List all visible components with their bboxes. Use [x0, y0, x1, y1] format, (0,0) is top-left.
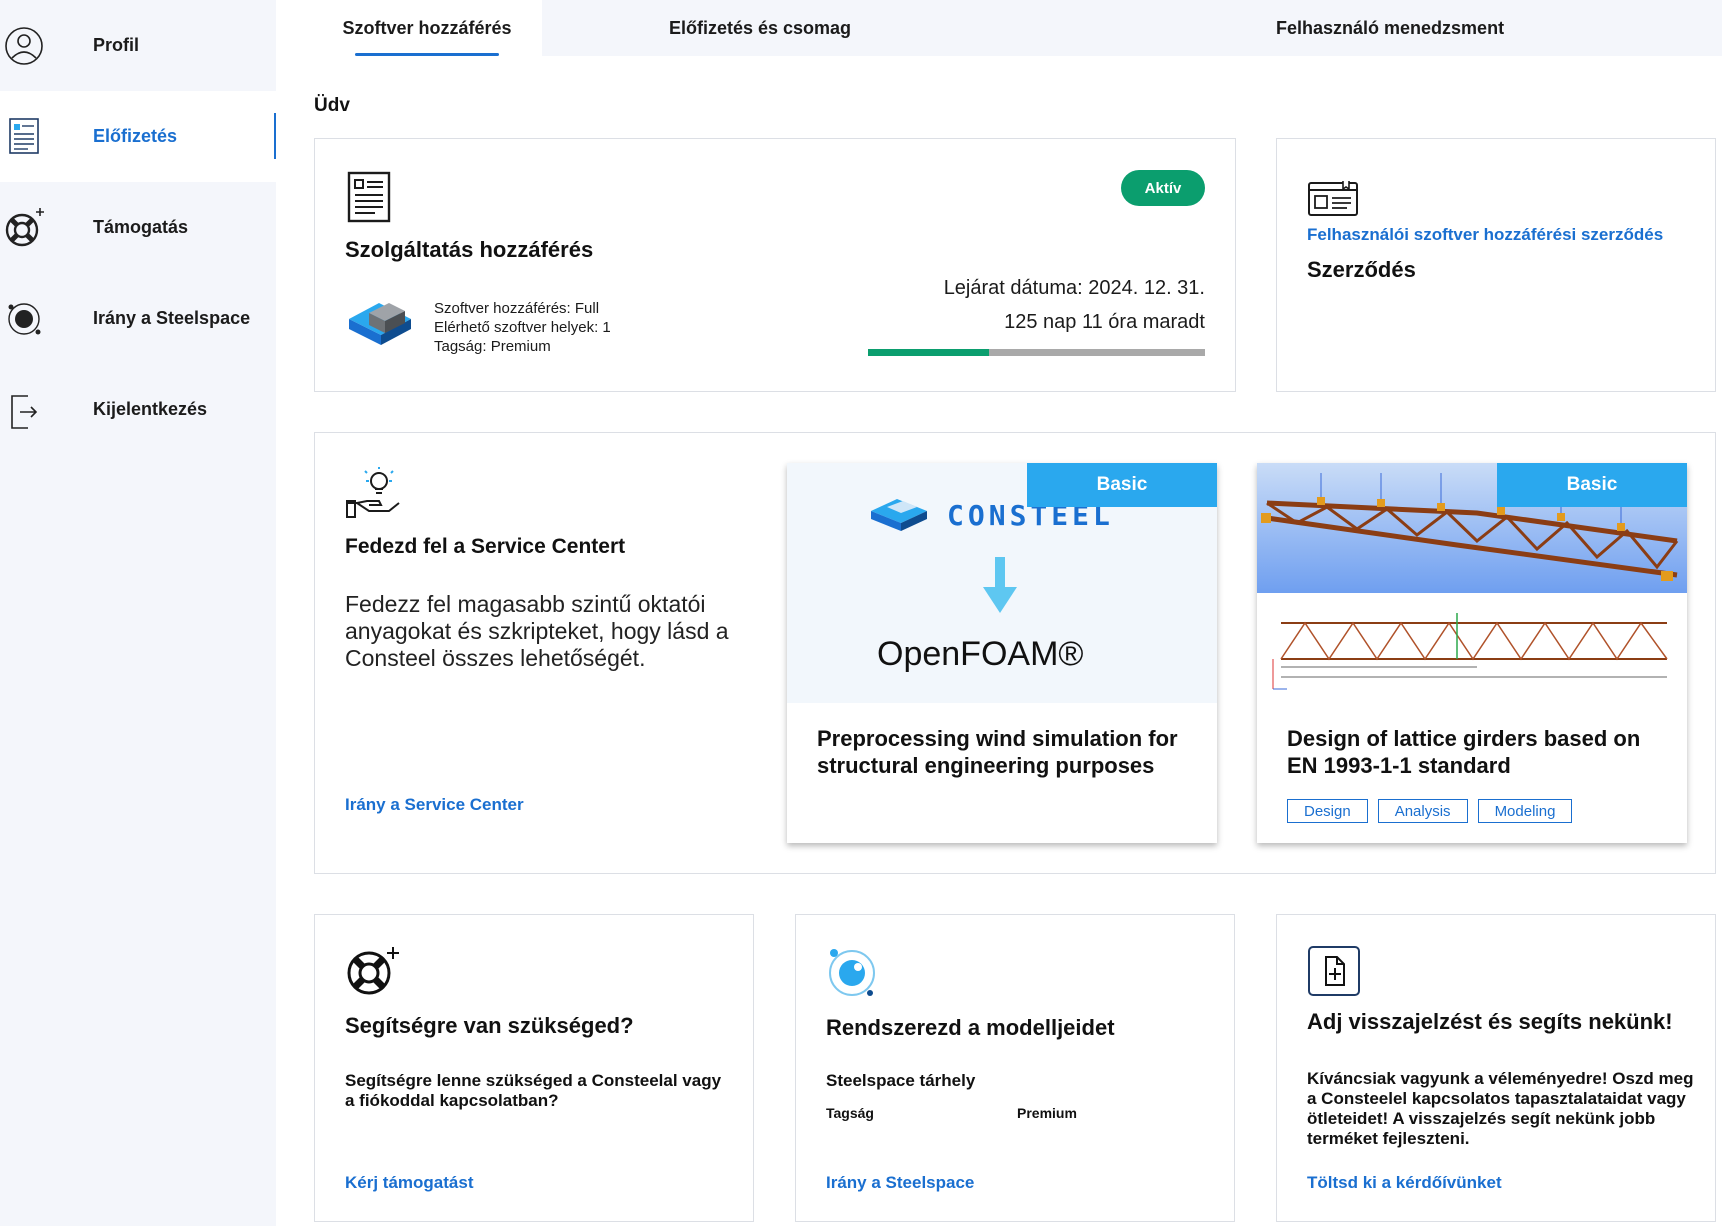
feedback-title: Adj visszajelzést és segíts nekünk! [1307, 1009, 1673, 1034]
sidebar-item-label: Támogatás [93, 217, 189, 237]
tab-elofizetes-es-csomag[interactable]: Előfizetés és csomag [592, 0, 928, 56]
lightbulb-hand-icon [346, 467, 400, 518]
document-list-icon [347, 171, 391, 223]
logout-icon [11, 395, 38, 429]
service-center-title: Fedezd fel a Service Centert [345, 535, 626, 558]
contract-card-icon [1308, 181, 1358, 216]
contract-link[interactable]: Felhasználói szoftver hozzáférési szerző… [1307, 225, 1663, 245]
service-access-card: Szolgáltatás hozzáférés Aktív Szoftver h… [314, 138, 1236, 392]
feedback-description: Kíváncsiak vagyunk a véleményedre! Oszd … [1307, 1069, 1694, 1148]
models-card: Rendszerezd a modelljeidet Steelspace tá… [795, 914, 1235, 1222]
membership-label: Tagság [826, 1105, 874, 1121]
access-details: Szoftver hozzáférés: Full Elérhető szoft… [434, 299, 611, 356]
steelspace-orbit-icon [8, 303, 41, 335]
service-center-description: Fedezz fel magasabb szintű oktatói anyag… [345, 591, 729, 671]
consteel-logo-icon [871, 499, 927, 531]
help-link[interactable]: Kérj támogatást [345, 1173, 473, 1193]
openfoam-wordmark: OpenFOAM® [877, 635, 1084, 673]
tile-title: Design of lattice girders based on EN 19… [1287, 726, 1641, 778]
sidebar-item-steelspace[interactable]: Irány a Steelspace [0, 273, 276, 364]
add-file-icon [1308, 946, 1360, 996]
sidebar-item-label: Irány a Steelspace [93, 308, 251, 328]
tab-szoftver-hozzaferes[interactable]: Szoftver hozzáférés [312, 0, 542, 56]
sidebar-item-tamogatas[interactable]: Támogatás [0, 182, 276, 273]
feedback-link[interactable]: Töltsd ki a kérdőívünket [1307, 1173, 1502, 1193]
tag-modeling[interactable]: Modeling [1477, 799, 1573, 823]
access-detail-seats: Elérhető szoftver helyek: 1 [434, 319, 611, 336]
help-description: Segítségre lenne szükséged a Consteelal … [345, 1071, 722, 1110]
contract-card: Felhasználói szoftver hozzáférési szerző… [1276, 138, 1716, 392]
sidebar-item-label: Profil [93, 35, 140, 55]
arrow-down-icon [983, 557, 1017, 613]
access-detail-software: Szoftver hozzáférés: Full [434, 300, 600, 317]
feedback-card: Adj visszajelzést és segíts nekünk! Kívá… [1276, 914, 1716, 1222]
tab-bar: Szoftver hozzáférés Előfizetés és csomag… [276, 0, 1722, 56]
expiry-date: Lejárat dátuma: 2024. 12. 31. [943, 277, 1205, 299]
contract-title: Szerződés [1307, 257, 1416, 282]
consteel-logo-icon [349, 303, 411, 345]
sidebar: Profil Előfizetés Támogatás Irány a Stee… [0, 0, 276, 1226]
lifebuoy-icon [5, 208, 44, 247]
sidebar-item-kijelentkezes[interactable]: Kijelentkezés [0, 364, 276, 455]
tutorial-tile-wind-simulation[interactable]: CONSTEEL OpenFOAM® Basic Preprocessing w… [787, 463, 1217, 843]
tier-badge: Basic [1027, 463, 1217, 507]
subscription-progress-bar [868, 349, 1205, 356]
service-center-card: Fedezd fel a Service Centert Fedezz fel … [314, 432, 1716, 874]
tag-design[interactable]: Design [1287, 799, 1368, 823]
user-circle-icon [5, 27, 43, 65]
subscription-progress-fill [868, 349, 990, 356]
tab-felhasznalo-menedzsment[interactable]: Felhasználó menedzsment [928, 0, 1722, 56]
service-access-title: Szolgáltatás hozzáférés [345, 237, 594, 262]
steelspace-link[interactable]: Irány a Steelspace [826, 1173, 974, 1193]
storage-subtitle: Steelspace tárhely [826, 1071, 976, 1090]
status-badge: Aktív [1121, 170, 1205, 206]
access-detail-membership: Tagság: Premium [434, 338, 551, 355]
sidebar-item-elofizetes[interactable]: Előfizetés [0, 91, 276, 182]
help-title: Segítségre van szükséged? [345, 1013, 634, 1038]
tier-badge: Basic [1497, 463, 1687, 507]
tag-list: Design Analysis Modeling [1287, 799, 1573, 823]
welcome-heading: Üdv [314, 95, 350, 116]
help-card: Segítségre van szükséged? Segítségre len… [314, 914, 754, 1222]
sidebar-item-label: Előfizetés [93, 126, 178, 146]
service-center-link[interactable]: Irány a Service Center [345, 795, 524, 815]
lifebuoy-icon [347, 947, 399, 995]
membership-value: Premium [1017, 1105, 1077, 1121]
subscription-document-icon [9, 118, 39, 154]
models-title: Rendszerezd a modelljeidet [826, 1015, 1115, 1040]
steelspace-orbit-icon [829, 949, 875, 996]
tag-analysis[interactable]: Analysis [1377, 799, 1468, 823]
sidebar-item-label: Kijelentkezés [93, 399, 208, 419]
tutorial-tile-lattice-girders[interactable]: Basic Design of lattice girders based on… [1257, 463, 1687, 843]
sidebar-item-profil[interactable]: Profil [0, 0, 276, 91]
tile-title: Preprocessing wind simulation for struct… [817, 726, 1178, 778]
remaining-time: 125 nap 11 óra maradt [1004, 311, 1205, 333]
